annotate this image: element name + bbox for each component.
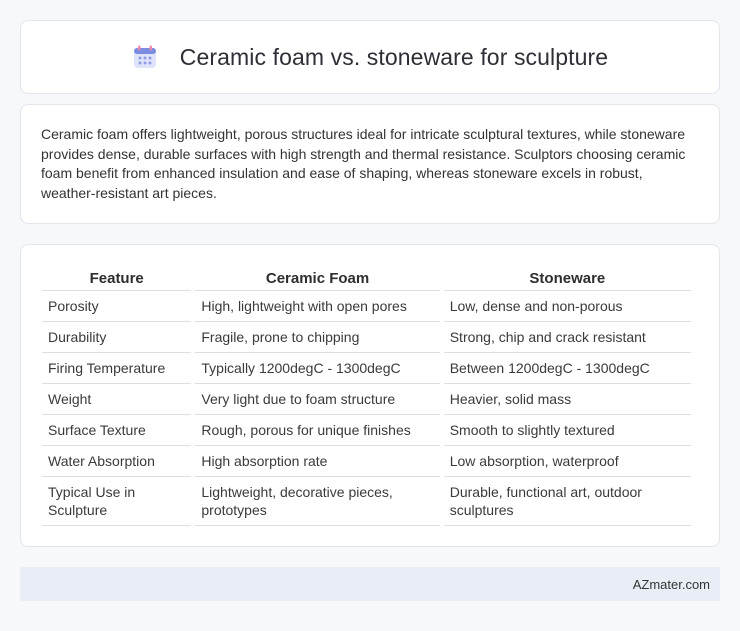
- cell-stoneware: Between 1200degC - 1300degC: [443, 353, 691, 384]
- cell-feature: Weight: [42, 384, 192, 415]
- table-row: Firing Temperature Typically 1200degC - …: [42, 353, 691, 384]
- cell-ceramic-foam: Very light due to foam structure: [195, 384, 440, 415]
- cell-stoneware: Low absorption, waterproof: [443, 446, 691, 477]
- cell-feature: Surface Texture: [42, 415, 192, 446]
- cell-stoneware: Smooth to slightly textured: [443, 415, 691, 446]
- comparison-table-card: Feature Ceramic Foam Stoneware Porosity …: [20, 244, 720, 547]
- header-card: Ceramic foam vs. stoneware for sculpture: [20, 20, 720, 94]
- comparison-table: Feature Ceramic Foam Stoneware Porosity …: [38, 264, 695, 526]
- header-feature: Feature: [42, 264, 192, 291]
- table-row: Typical Use in Sculpture Lightweight, de…: [42, 477, 691, 526]
- cell-feature: Typical Use in Sculpture: [42, 477, 192, 526]
- cell-ceramic-foam: Typically 1200degC - 1300degC: [195, 353, 440, 384]
- calendar-icon: [133, 45, 156, 68]
- cell-ceramic-foam: High absorption rate: [195, 446, 440, 477]
- cell-feature: Porosity: [42, 291, 192, 322]
- intro-card: Ceramic foam offers lightweight, porous …: [20, 104, 720, 224]
- header-ceramic-foam: Ceramic Foam: [195, 264, 440, 291]
- cell-feature: Water Absorption: [42, 446, 192, 477]
- footer-brand: AZmater.com: [632, 576, 710, 592]
- page-title: Ceramic foam vs. stoneware for sculpture: [179, 43, 609, 70]
- table-row: Surface Texture Rough, porous for unique…: [42, 415, 691, 446]
- cell-stoneware: Heavier, solid mass: [443, 384, 691, 415]
- cell-ceramic-foam: High, lightweight with open pores: [195, 291, 440, 322]
- cell-feature: Firing Temperature: [42, 353, 192, 384]
- table-row: Weight Very light due to foam structure …: [42, 384, 691, 415]
- footer-bar: AZmater.com: [20, 567, 720, 601]
- cell-ceramic-foam: Lightweight, decorative pieces, prototyp…: [195, 477, 440, 526]
- cell-stoneware: Durable, functional art, outdoor sculptu…: [443, 477, 691, 526]
- cell-ceramic-foam: Rough, porous for unique finishes: [195, 415, 440, 446]
- table-row: Porosity High, lightweight with open por…: [42, 291, 691, 322]
- cell-stoneware: Low, dense and non-porous: [443, 291, 691, 322]
- table-row: Water Absorption High absorption rate Lo…: [42, 446, 691, 477]
- header-stoneware: Stoneware: [443, 264, 691, 291]
- cell-stoneware: Strong, chip and crack resistant: [443, 322, 691, 353]
- table-header-row: Feature Ceramic Foam Stoneware: [42, 264, 691, 291]
- cell-feature: Durability: [42, 322, 192, 353]
- table-row: Durability Fragile, prone to chipping St…: [42, 322, 691, 353]
- intro-text: Ceramic foam offers lightweight, porous …: [41, 126, 686, 201]
- cell-ceramic-foam: Fragile, prone to chipping: [195, 322, 440, 353]
